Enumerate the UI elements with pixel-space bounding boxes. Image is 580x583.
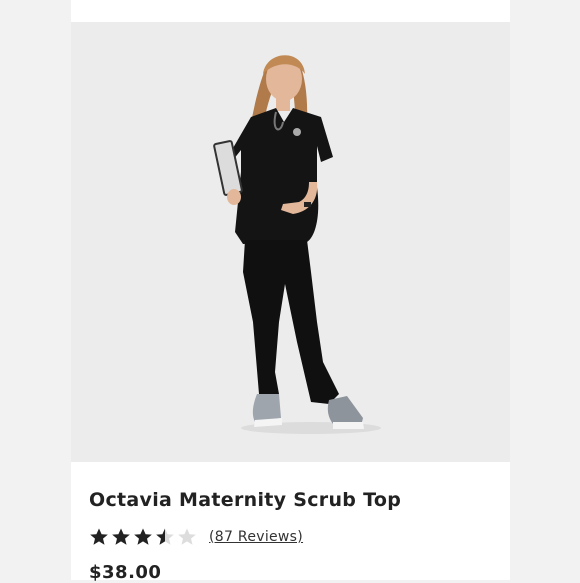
product-card: Octavia Maternity Scrub Top (87 Reviews)… [71,0,510,583]
product-title: Octavia Maternity Scrub Top [89,489,402,511]
half-star-icon [156,528,174,545]
star-icon [90,528,108,545]
star-rating [89,527,197,547]
reviews-link[interactable]: (87 Reviews) [209,529,303,545]
model-photo [213,55,381,434]
star-icon [112,528,130,545]
product-rating: (87 Reviews) [89,527,303,547]
product-image[interactable] [71,22,510,462]
empty-star-icon [178,528,196,545]
star-icon [134,528,152,545]
